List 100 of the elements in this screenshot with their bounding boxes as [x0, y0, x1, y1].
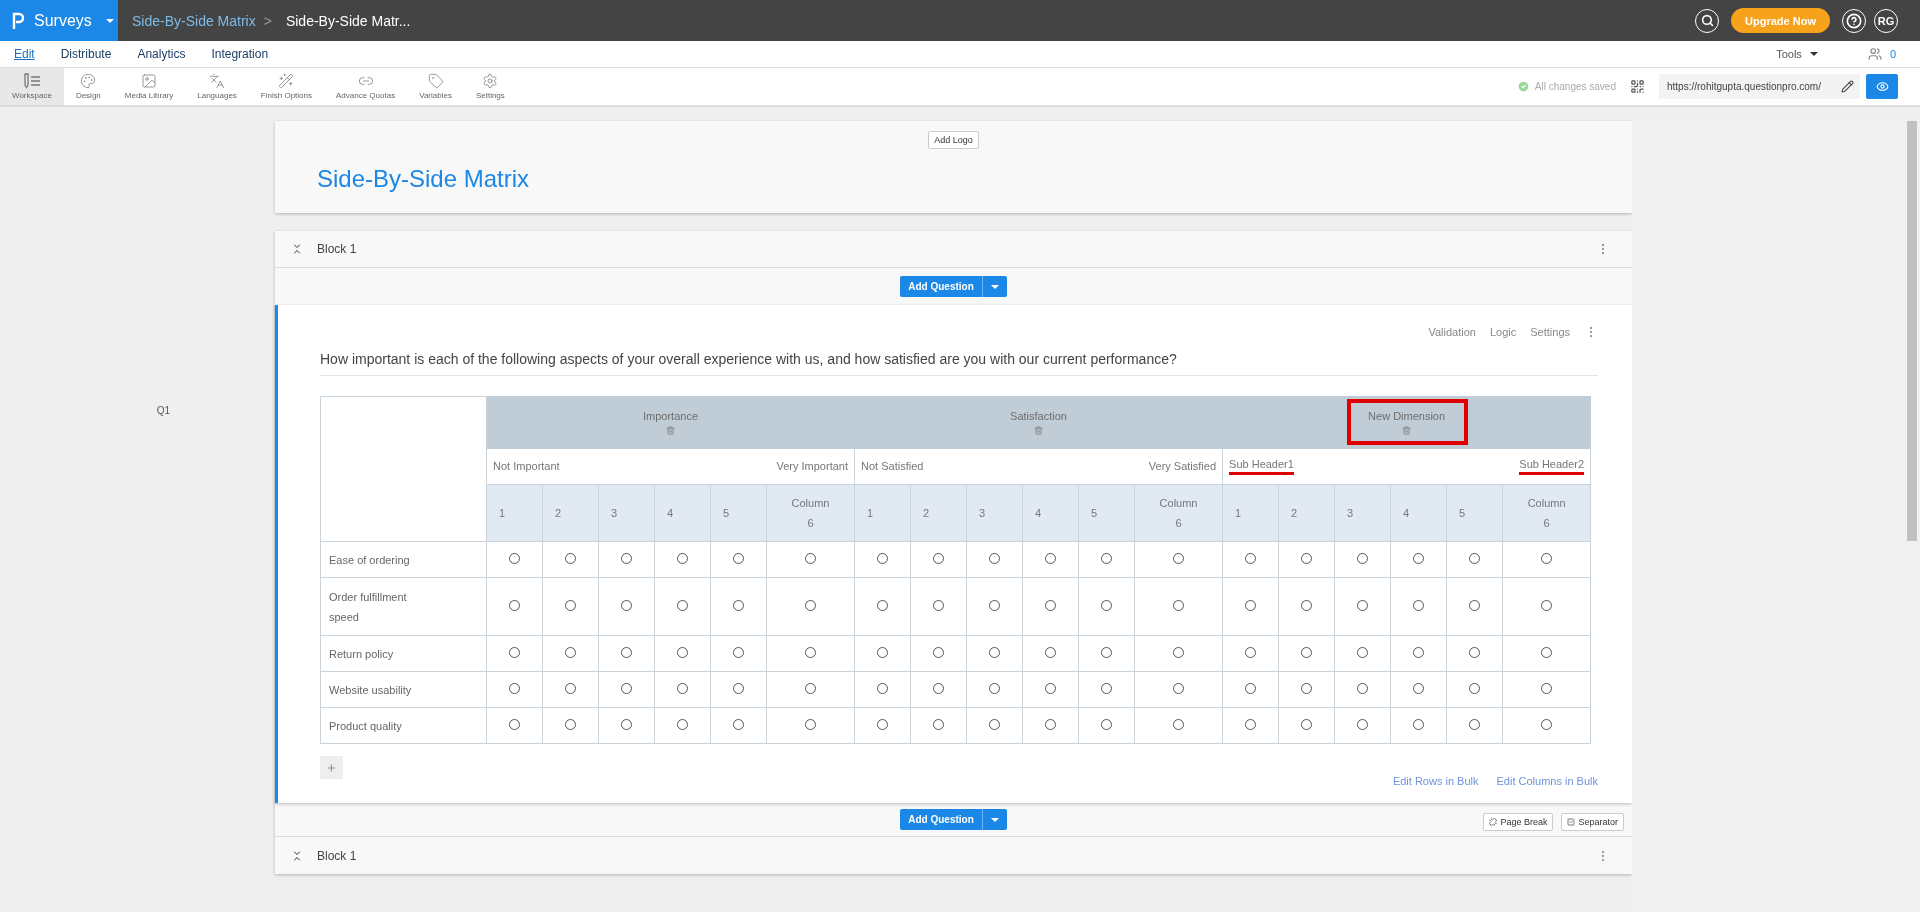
radio-button[interactable] — [509, 600, 520, 611]
radio-button[interactable] — [877, 553, 888, 564]
radio-button[interactable] — [1413, 600, 1425, 611]
toolbar-item[interactable]: Variables — [407, 68, 464, 105]
radio-button[interactable] — [1541, 647, 1553, 658]
radio-button[interactable] — [1469, 719, 1481, 730]
radio-button[interactable] — [805, 553, 816, 564]
radio-button[interactable] — [1357, 647, 1369, 658]
radio-button[interactable] — [1541, 600, 1553, 611]
radio-button[interactable] — [989, 683, 1000, 694]
radio-button[interactable] — [1045, 600, 1056, 611]
collapse-icon[interactable] — [291, 849, 303, 862]
add-question-button[interactable]: Add Question — [900, 809, 1007, 830]
breadcrumb[interactable]: Side-By-Side Matrix — [132, 12, 256, 29]
radio-button[interactable] — [933, 553, 944, 564]
radio-button[interactable] — [621, 647, 632, 658]
radio-button[interactable] — [1357, 683, 1369, 694]
question-action[interactable]: Settings — [1530, 326, 1570, 338]
radio-button[interactable] — [1469, 553, 1481, 564]
radio-button[interactable] — [1173, 600, 1185, 611]
radio-button[interactable] — [1245, 600, 1257, 611]
radio-button[interactable] — [1045, 683, 1056, 694]
radio-button[interactable] — [677, 553, 688, 564]
radio-button[interactable] — [1541, 683, 1553, 694]
radio-button[interactable] — [565, 553, 576, 564]
radio-button[interactable] — [1173, 683, 1185, 694]
radio-button[interactable] — [733, 683, 744, 694]
radio-button[interactable] — [1413, 647, 1425, 658]
breadcrumb[interactable]: Side-By-Side Matr... — [285, 12, 411, 29]
radio-button[interactable] — [509, 553, 520, 564]
radio-button[interactable] — [1357, 719, 1369, 730]
radio-button[interactable] — [1469, 683, 1481, 694]
radio-button[interactable] — [1301, 600, 1313, 611]
radio-button[interactable] — [1101, 553, 1112, 564]
radio-button[interactable] — [733, 647, 744, 658]
radio-button[interactable] — [989, 647, 1000, 658]
radio-button[interactable] — [933, 719, 944, 730]
preview-button[interactable] — [1866, 74, 1898, 99]
radio-button[interactable] — [565, 683, 576, 694]
radio-button[interactable] — [1173, 647, 1185, 658]
question-action[interactable]: Validation — [1428, 326, 1476, 338]
radio-button[interactable] — [1245, 553, 1257, 564]
page-break-button[interactable]: Page Break — [1483, 813, 1554, 831]
radio-button[interactable] — [1101, 600, 1112, 611]
app-menu[interactable]: Surveys — [0, 0, 118, 41]
radio-button[interactable] — [933, 647, 944, 658]
radio-button[interactable] — [989, 600, 1000, 611]
radio-button[interactable] — [677, 600, 688, 611]
toolbar-item[interactable]: Settings — [463, 68, 517, 105]
separator-button[interactable]: Separator — [1561, 813, 1624, 831]
radio-button[interactable] — [1045, 719, 1056, 730]
add-question-button[interactable]: Add Question — [900, 276, 1007, 297]
question-action[interactable]: Logic — [1489, 326, 1517, 338]
collaborator-count[interactable]: 0 — [1889, 48, 1896, 60]
radio-button[interactable] — [509, 683, 520, 694]
radio-button[interactable] — [1245, 719, 1257, 730]
radio-button[interactable] — [877, 647, 888, 658]
radio-button[interactable] — [1301, 647, 1313, 658]
radio-button[interactable] — [1541, 553, 1553, 564]
radio-button[interactable] — [677, 719, 688, 730]
survey-url-field[interactable]: https://rohitgupta.questionpro.com/ — [1659, 74, 1860, 99]
radio-button[interactable] — [1245, 647, 1257, 658]
radio-button[interactable] — [989, 553, 1000, 564]
radio-button[interactable] — [677, 683, 688, 694]
add-logo-button[interactable]: Add Logo — [928, 131, 979, 149]
radio-button[interactable] — [1469, 647, 1481, 658]
radio-button[interactable] — [1101, 719, 1112, 730]
radio-button[interactable] — [1101, 683, 1112, 694]
nav-tab[interactable]: Edit — [14, 47, 35, 61]
radio-button[interactable] — [565, 647, 576, 658]
radio-button[interactable] — [733, 553, 744, 564]
radio-button[interactable] — [805, 600, 816, 611]
radio-button[interactable] — [1173, 553, 1185, 564]
radio-button[interactable] — [733, 719, 744, 730]
radio-button[interactable] — [1101, 647, 1112, 658]
radio-button[interactable] — [1413, 683, 1425, 694]
toolbar-item[interactable]: Media Library — [112, 68, 186, 105]
radio-button[interactable] — [1413, 553, 1425, 564]
radio-button[interactable] — [805, 647, 816, 658]
radio-button[interactable] — [1045, 553, 1056, 564]
radio-button[interactable] — [989, 719, 1000, 730]
radio-button[interactable] — [565, 600, 576, 611]
nav-tab[interactable]: Integration — [211, 47, 269, 61]
radio-button[interactable] — [877, 719, 888, 730]
radio-button[interactable] — [733, 600, 744, 611]
scrollbar-thumb[interactable] — [1907, 121, 1917, 541]
tools-menu[interactable]: Tools — [1776, 48, 1822, 60]
radio-button[interactable] — [1301, 683, 1313, 694]
radio-button[interactable] — [1413, 719, 1425, 730]
radio-button[interactable] — [621, 553, 632, 564]
radio-button[interactable] — [1301, 553, 1313, 564]
toolbar-item[interactable]: Finish Options — [248, 68, 324, 105]
toolbar-item[interactable]: Design — [63, 68, 113, 105]
radio-button[interactable] — [805, 719, 816, 730]
toolbar-item[interactable]: Languages — [185, 68, 249, 105]
nav-tab[interactable]: Distribute — [60, 47, 112, 61]
nav-tab[interactable]: Analytics — [137, 47, 186, 61]
radio-button[interactable] — [1357, 553, 1369, 564]
radio-button[interactable] — [621, 719, 632, 730]
toolbar-item[interactable]: Advance Quotas — [324, 68, 408, 105]
